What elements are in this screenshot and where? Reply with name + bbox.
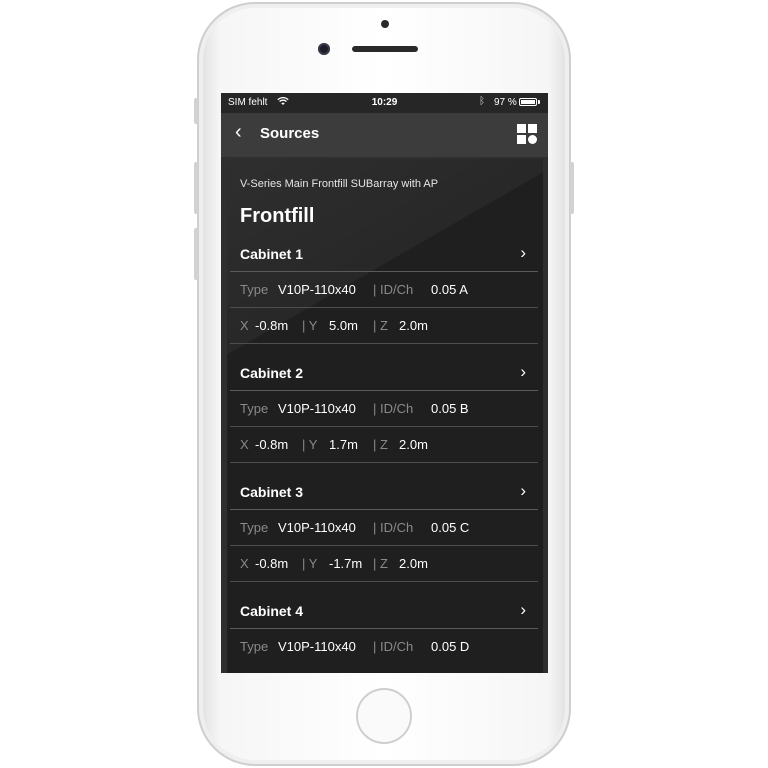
group-title: Frontfill — [240, 205, 315, 227]
x-label: X — [240, 318, 249, 333]
idch-label: | ID/Ch — [373, 639, 414, 654]
z-value: 2.0m — [399, 556, 428, 571]
type-value: V10P-110x40 — [278, 401, 356, 416]
type-value: V10P-110x40 — [278, 520, 356, 535]
cabinet-name: Cabinet 3 — [240, 484, 304, 500]
z-label: | Z — [373, 318, 388, 333]
idch-value: 0.05 A — [431, 282, 468, 297]
power-button — [570, 162, 574, 214]
type-label: Type — [240, 282, 269, 297]
idch-label: | ID/Ch — [373, 401, 414, 416]
chevron-right-icon: › — [520, 243, 526, 262]
nav-bar: ‹ Sources — [221, 113, 548, 157]
chevron-right-icon: › — [520, 481, 526, 500]
idch-label: | ID/Ch — [373, 282, 414, 297]
idch-label: | ID/Ch — [373, 520, 414, 535]
cabinet-1-type-row: Type V10P-110x40 | ID/Ch 0.05 A — [230, 272, 538, 308]
cabinet-2-position-row: X -0.8m | Y 1.7m | Z 2.0m — [230, 427, 538, 463]
x-value: -0.8m — [255, 437, 289, 452]
idch-value: 0.05 D — [431, 639, 470, 654]
front-camera — [318, 43, 330, 55]
battery-icon — [519, 98, 537, 106]
x-value: -0.8m — [255, 318, 289, 333]
nav-title: Sources — [260, 125, 320, 142]
y-label: | Y — [302, 318, 318, 333]
y-value: -1.7m — [329, 556, 363, 571]
type-value: V10P-110x40 — [278, 282, 356, 297]
grid-icon[interactable] — [517, 124, 537, 144]
cabinet-name: Cabinet 2 — [240, 365, 304, 381]
x-label: X — [240, 437, 249, 452]
chevron-right-icon: › — [520, 362, 526, 381]
cabinet-4-type-row: Type V10P-110x40 | ID/Ch 0.05 D — [230, 629, 538, 664]
battery-tip — [538, 100, 540, 104]
cabinet-2-type-row: Type V10P-110x40 | ID/Ch 0.05 B — [230, 391, 538, 427]
bluetooth-icon: ᛒ — [479, 96, 485, 107]
battery-percent: 97 % — [494, 97, 517, 108]
type-label: Type — [240, 401, 269, 416]
cabinet-3-type-row: Type V10P-110x40 | ID/Ch 0.05 C — [230, 510, 538, 546]
z-value: 2.0m — [399, 318, 428, 333]
cabinet-name: Cabinet 4 — [240, 603, 304, 619]
z-value: 2.0m — [399, 437, 428, 452]
idch-value: 0.05 B — [431, 401, 469, 416]
app-screen: SIM fehlt 10:29 ᛒ 97 % ‹ Sources V-Serie… — [221, 93, 548, 673]
status-bar: SIM fehlt 10:29 ᛒ 97 % — [221, 93, 548, 113]
volume-up-button — [194, 162, 198, 214]
sources-panel: V-Series Main Frontfill SUBarray with AP… — [227, 159, 543, 673]
cabinet-1-header[interactable]: Cabinet 1 › — [230, 237, 538, 272]
x-label: X — [240, 556, 249, 571]
type-label: Type — [240, 520, 269, 535]
z-label: | Z — [373, 556, 388, 571]
type-label: Type — [240, 639, 269, 654]
cabinet-3-header[interactable]: Cabinet 3 › — [230, 475, 538, 510]
cabinet-name: Cabinet 1 — [240, 246, 304, 262]
group-subtitle: V-Series Main Frontfill SUBarray with AP — [240, 178, 439, 190]
y-label: | Y — [302, 437, 318, 452]
back-chevron-icon[interactable]: ‹ — [235, 122, 242, 142]
y-value: 5.0m — [329, 318, 358, 333]
volume-down-button — [194, 228, 198, 280]
type-value: V10P-110x40 — [278, 639, 356, 654]
idch-value: 0.05 C — [431, 520, 470, 535]
mute-switch — [194, 98, 198, 124]
y-value: 1.7m — [329, 437, 358, 452]
home-button[interactable] — [356, 688, 412, 744]
y-label: | Y — [302, 556, 318, 571]
cabinet-1-position-row: X -0.8m | Y 5.0m | Z 2.0m — [230, 308, 538, 344]
proximity-sensor — [381, 20, 389, 28]
x-value: -0.8m — [255, 556, 289, 571]
z-label: | Z — [373, 437, 388, 452]
chevron-right-icon: › — [520, 600, 526, 619]
earpiece-speaker — [352, 46, 418, 52]
cabinet-3-position-row: X -0.8m | Y -1.7m | Z 2.0m — [230, 546, 538, 582]
cabinet-2-header[interactable]: Cabinet 2 › — [230, 356, 538, 391]
cabinet-4-header[interactable]: Cabinet 4 › — [230, 594, 538, 629]
